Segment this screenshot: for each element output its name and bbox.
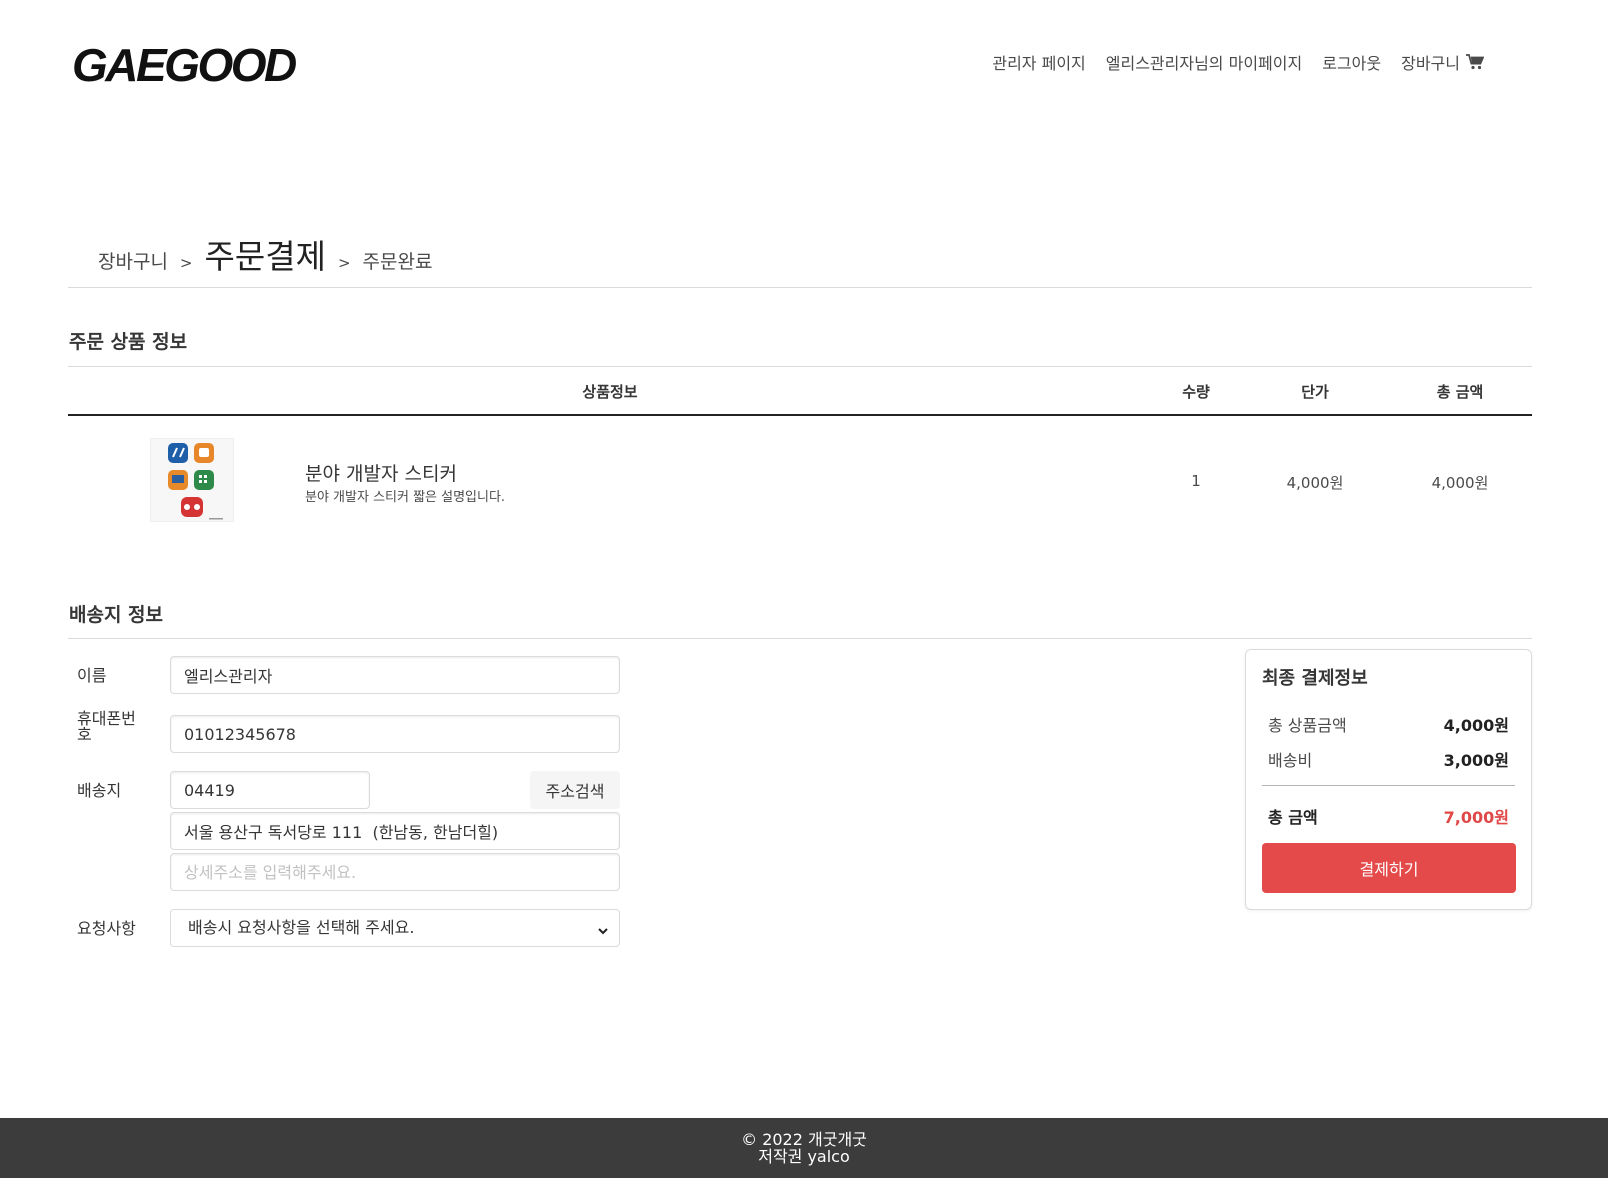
summary-subtotal-label: 총 상품금액 [1268,716,1347,735]
table-top-border [68,366,1532,367]
footer: © 2022 개굿개굿 저작권 yalco [0,1118,1608,1178]
breadcrumb-checkout: 주문결제 [204,237,326,276]
address-detail-input[interactable] [170,853,620,891]
footer-copyright: © 2022 개굿개굿 [741,1130,867,1149]
nav-mypage-link[interactable]: 엘리스관리자님의 마이페이지 [1106,50,1302,74]
request-select[interactable]: 배송시 요청사항을 선택해 주세요. [170,909,620,947]
column-header-product: 상품정보 [582,383,638,401]
breadcrumb-cart[interactable]: 장바구니 [98,247,168,274]
address-search-button[interactable]: 주소검색 [530,771,620,809]
product-thumbnail[interactable] [150,438,234,522]
product-qty: 1 [1191,472,1201,490]
summary-total-row: 총 금액 7,000원 [1268,804,1509,828]
breadcrumb-complete: 주문완료 [362,251,433,273]
product-total: 4,000원 [1431,474,1489,492]
chevron-down-icon [597,922,609,941]
nav-cart-label: 장바구니 [1401,54,1460,73]
phone-label: 휴대폰번호 [77,709,136,744]
payment-summary: 최종 결제정보 총 상품금액 4,000원 배송비 3,000원 총 금액 7,… [1245,649,1532,910]
nav-admin-link[interactable]: 관리자 페이지 [992,50,1085,74]
divider [68,638,1532,639]
summary-shipping-label: 배송비 [1268,751,1313,770]
breadcrumb: 장바구니 > 주문결제 > 주문완료 [98,230,432,278]
header: GAEGOOD 관리자 페이지 엘리스관리자님의 마이페이지 로그아웃 장바구니 [0,0,1608,130]
address-input[interactable] [170,812,620,850]
product-description: 분야 개발자 스티커 짧은 설명입니다. [305,490,506,505]
nav-cart-link[interactable]: 장바구니 [1401,50,1484,74]
breadcrumb-separator: > [179,254,193,272]
breadcrumb-separator: > [337,254,351,272]
postcode-input[interactable] [170,771,370,809]
column-header-qty: 수량 [1182,383,1210,401]
column-header-total: 총 금액 [1436,383,1484,401]
summary-subtotal-row: 총 상품금액 4,000원 [1268,712,1509,736]
divider [68,287,1532,288]
summary-title: 최종 결제정보 [1262,668,1368,689]
name-label: 이름 [77,666,107,685]
summary-divider [1262,785,1515,786]
request-label: 요청사항 [77,919,136,938]
product-name[interactable]: 분야 개발자 스티커 [305,459,457,486]
table-header-border [68,414,1532,416]
logo[interactable]: GAEGOOD [72,38,297,92]
sticker-image-icon [168,443,223,520]
order-section-title: 주문 상품 정보 [69,331,188,353]
request-select-value: 배송시 요청사항을 선택해 주세요. [188,918,415,937]
shipping-section-title: 배송지 정보 [69,604,164,626]
footer-author: 저작권 yalco [758,1147,850,1166]
pay-button[interactable]: 결제하기 [1262,843,1516,893]
column-header-unit-price: 단가 [1301,383,1329,401]
phone-input[interactable] [170,715,620,753]
cart-icon [1466,54,1484,70]
name-input[interactable] [170,656,620,694]
summary-shipping-value: 3,000원 [1443,751,1509,770]
summary-subtotal-value: 4,000원 [1443,716,1509,735]
address-label: 배송지 [77,781,122,800]
summary-shipping-row: 배송비 3,000원 [1268,747,1509,771]
top-nav: 관리자 페이지 엘리스관리자님의 마이페이지 로그아웃 장바구니 [992,50,1484,74]
summary-total-value: 7,000원 [1443,808,1509,827]
nav-logout-link[interactable]: 로그아웃 [1322,50,1381,74]
product-unit-price: 4,000원 [1286,474,1344,492]
summary-total-label: 총 금액 [1268,808,1318,827]
